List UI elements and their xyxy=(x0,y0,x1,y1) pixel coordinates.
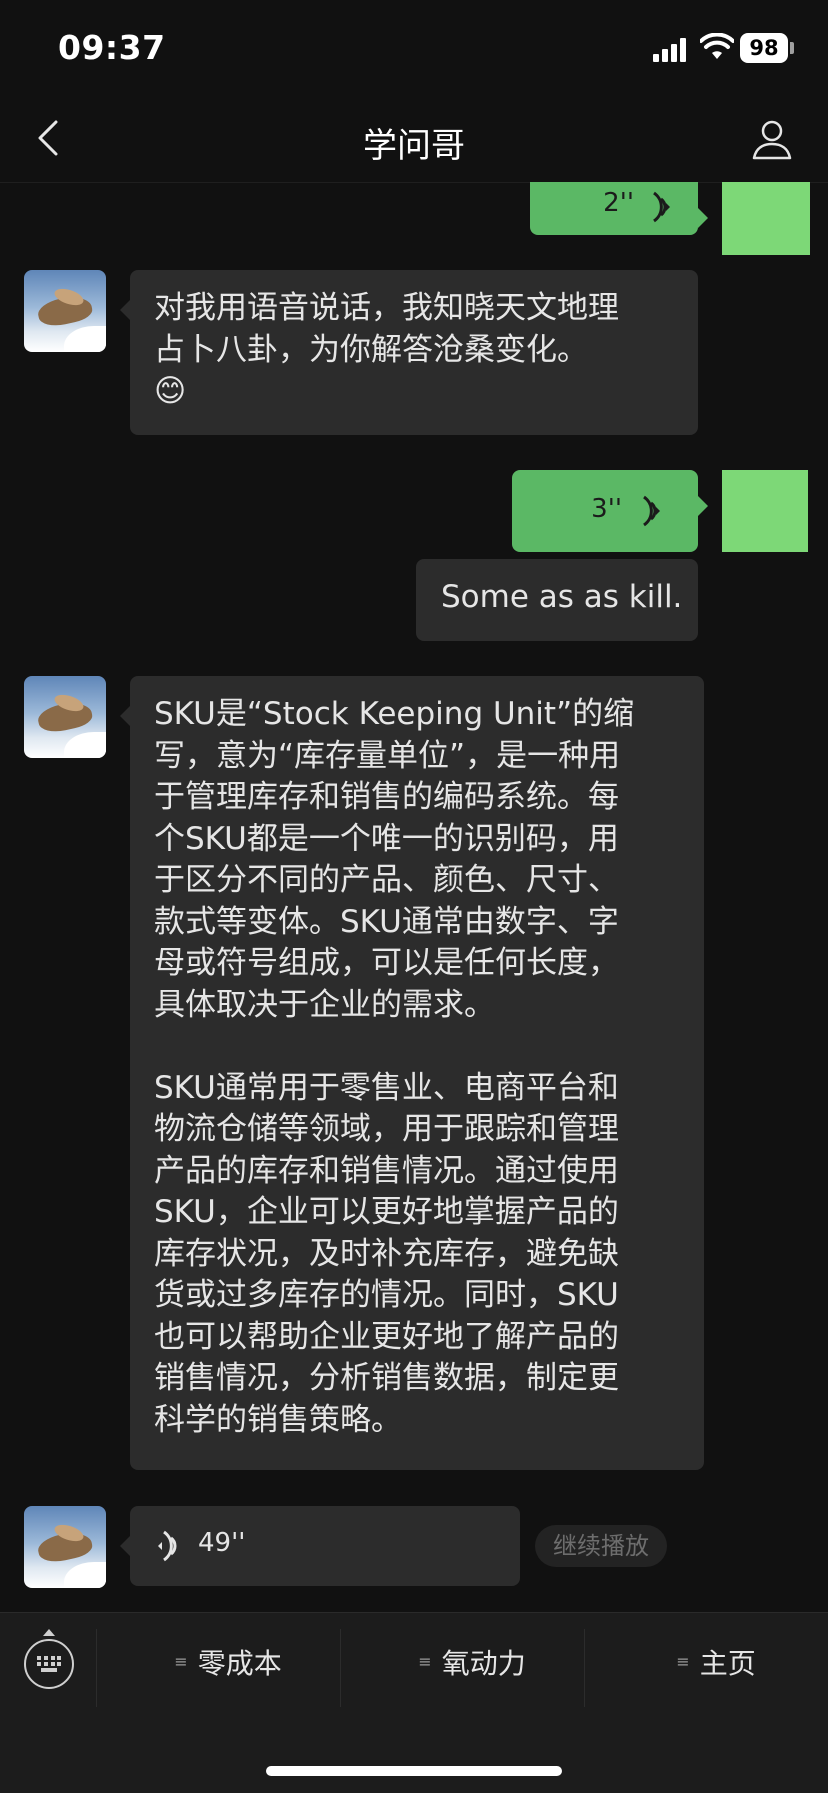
chat-title: 学问哥 xyxy=(363,126,465,166)
voice-wave-icon xyxy=(643,495,660,527)
self-avatar[interactable] xyxy=(722,470,808,552)
bot-avatar[interactable] xyxy=(24,676,106,758)
self-avatar[interactable] xyxy=(722,182,810,255)
transcript-text: Some as as kill. xyxy=(441,579,683,615)
submenu-icon: ≡ xyxy=(174,1652,188,1671)
status-bar: 09:37 98 xyxy=(0,0,828,96)
home-indicator[interactable] xyxy=(266,1766,562,1776)
submenu-icon: ≡ xyxy=(418,1652,432,1671)
voice-wave-icon xyxy=(158,1530,177,1562)
profile-icon[interactable] xyxy=(748,116,796,164)
battery-level: 98 xyxy=(740,33,788,63)
voice-transcript[interactable]: Some as as kill. xyxy=(416,559,698,641)
voice-wave-icon xyxy=(653,191,670,223)
continue-playback-button[interactable]: 继续播放 xyxy=(535,1525,667,1567)
incoming-voice-message[interactable]: 49'' xyxy=(120,1506,520,1586)
menu-item-zero-cost[interactable]: ≡ 零成本 xyxy=(108,1641,348,1687)
incoming-text-message[interactable]: 对我用语音说话，我知晓天文地理 占卜八卦，为你解答沧桑变化。 😊 xyxy=(120,270,698,435)
menu-item-label: 主页 xyxy=(699,1647,756,1680)
menu-divider xyxy=(96,1629,97,1707)
wifi-icon xyxy=(700,33,734,59)
message-text: 对我用语音说话，我知晓天文地理 占卜八卦，为你解答沧桑变化。 😊 xyxy=(154,290,619,409)
bot-avatar[interactable] xyxy=(24,1506,106,1588)
cellular-signal-icon xyxy=(653,38,687,62)
voice-duration: 3'' xyxy=(591,494,622,524)
menu-item-oxygen-power[interactable]: ≡ 氧动力 xyxy=(352,1641,592,1687)
menu-divider xyxy=(584,1629,585,1707)
keyboard-toggle-icon[interactable] xyxy=(24,1629,74,1689)
submenu-icon: ≡ xyxy=(676,1652,690,1671)
battery-icon xyxy=(790,42,794,54)
menu-item-label: 零成本 xyxy=(197,1647,282,1680)
bot-avatar[interactable] xyxy=(24,270,106,352)
status-time: 09:37 xyxy=(58,28,166,67)
voice-duration: 2'' xyxy=(603,188,634,218)
outgoing-voice-message[interactable]: 2'' xyxy=(530,182,708,235)
message-text: SKU是“Stock Keeping Unit”的缩 写，意为“库存量单位”，是… xyxy=(154,696,635,1438)
voice-duration: 49'' xyxy=(198,1528,246,1558)
menu-divider xyxy=(340,1629,341,1707)
menu-item-label: 氧动力 xyxy=(441,1647,526,1680)
incoming-text-message[interactable]: SKU是“Stock Keeping Unit”的缩 写，意为“库存量单位”，是… xyxy=(120,676,704,1470)
nav-bar: 学问哥 xyxy=(0,96,828,183)
outgoing-voice-message[interactable]: 3'' xyxy=(512,470,708,552)
menu-item-home[interactable]: ≡ 主页 xyxy=(596,1641,828,1687)
